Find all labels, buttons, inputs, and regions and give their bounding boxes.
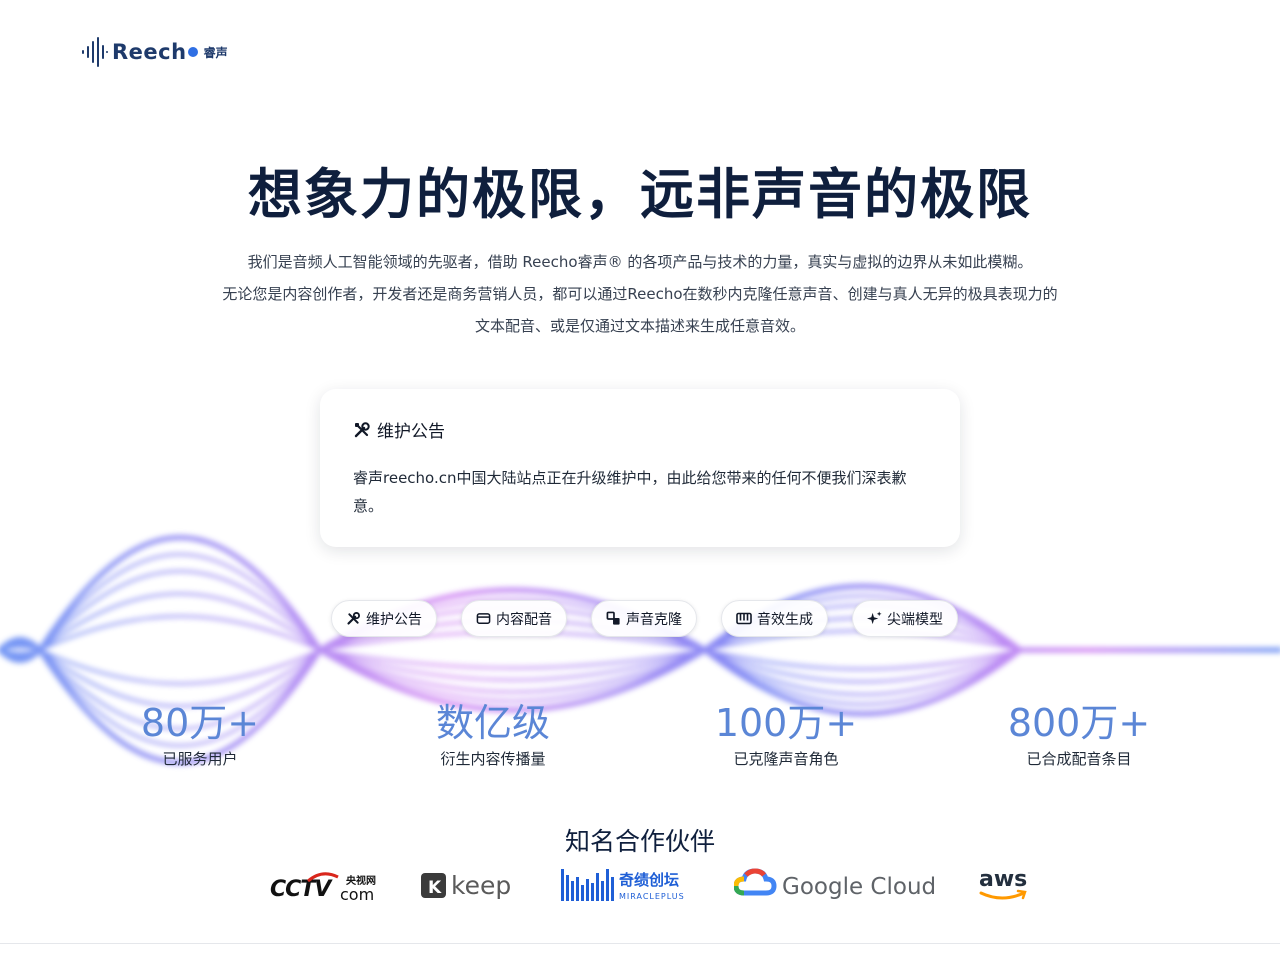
tab-label: 内容配音 (496, 611, 552, 628)
tab-label: 尖端模型 (887, 611, 943, 628)
tab-label: 维护公告 (366, 611, 422, 628)
hero-line: 我们是音频人工智能领域的先驱者，借助 Reecho睿声® 的各项产品与技术的力量… (247, 253, 1033, 271)
google-cloud-text: Google Cloud (782, 874, 936, 900)
soundwave-icon (82, 37, 108, 67)
hero-line: 文本配音、或是仅通过文本描述来生成任意音效。 (474, 317, 805, 335)
stat-value: 数亿级 (435, 701, 550, 745)
tab-voice-clone[interactable]: 声音克隆 (591, 600, 697, 637)
cctv-logo: CCTV 央视网 com (270, 862, 382, 908)
clone-icon (606, 611, 620, 625)
hero-description: 我们是音频人工智能领域的先驱者，借助 Reecho睿声® 的各项产品与技术的力量… (140, 246, 1140, 342)
feature-tabs: 维护公告 内容配音 声音克隆 音效生成 尖端模型 (331, 600, 958, 637)
stat-voices: 100万+ 已克隆声音角色 (666, 700, 906, 769)
stat-value: 80万+ (140, 701, 260, 745)
stat-label: 已服务用户 (162, 750, 238, 768)
miracleplus-en: MIRACLEPLUS (619, 892, 685, 901)
hero-line: 无论您是内容创作者，开发者还是商务营销人员，都可以通过Reecho在数秒内克隆任… (222, 285, 1058, 303)
aws-text: aws (979, 867, 1027, 892)
keep-text: keep (451, 871, 511, 900)
tab-label: 声音克隆 (626, 611, 682, 628)
notice-body: 睿声reecho.cn中国大陆站点正在升级维护中，由此给您带来的任何不便我们深表… (353, 469, 907, 515)
card-icon (476, 613, 491, 624)
miracleplus-logo: 奇绩创坛 MIRACLEPLUS (561, 862, 695, 908)
footer-divider (0, 943, 1280, 944)
tab-maintenance[interactable]: 维护公告 (331, 600, 437, 637)
keep-logo: K keep (420, 862, 523, 908)
stat-dubs: 800万+ 已合成配音条目 (959, 700, 1199, 769)
stat-label: 已克隆声音角色 (733, 750, 839, 768)
stat-label: 衍生内容传播量 (440, 750, 546, 768)
tools-icon (347, 611, 361, 625)
tab-sound-effects[interactable]: 音效生成 (721, 600, 828, 637)
stat-users: 80万+ 已服务用户 (80, 700, 320, 769)
stat-value: 800万+ (1007, 701, 1151, 745)
google-cloud-logo: Google Cloud (733, 862, 940, 908)
wave-strand (0, 630, 1280, 685)
tab-dubbing[interactable]: 内容配音 (461, 600, 567, 637)
keep-letter: K (428, 878, 442, 898)
miracleplus-cn: 奇绩创坛 (619, 871, 679, 889)
stat-label: 已合成配音条目 (1026, 750, 1132, 768)
tools-icon (354, 421, 370, 437)
page-title: 想象力的极限，远非声音的极限 (248, 163, 1032, 226)
brand-logo[interactable]: Reech 睿声 (82, 36, 228, 68)
partners-title: 知名合作伙伴 (564, 827, 715, 856)
notice-title: 维护公告 (377, 422, 445, 442)
brand-dot (187, 47, 198, 57)
stat-reach: 数亿级 衍生内容传播量 (373, 700, 613, 769)
cctv-text: CCTV (270, 877, 333, 902)
notice-header: 维护公告 (353, 417, 927, 442)
stat-value: 100万+ (714, 701, 858, 745)
partner-logos: CCTV 央视网 com K keep 奇绩创坛 MIRACLEPLUS Goo… (270, 862, 1030, 908)
brand-name: Reech (112, 40, 187, 64)
keyboard-icon (736, 612, 752, 625)
sparkle-icon (867, 611, 882, 625)
tab-models[interactable]: 尖端模型 (852, 600, 958, 637)
brand-name-cn: 睿声 (203, 45, 228, 60)
cctv-com-text: com (340, 885, 374, 903)
aws-logo: aws (978, 862, 1030, 908)
maintenance-notice: 维护公告 睿声reecho.cn中国大陆站点正在升级维护中，由此给您带来的任何不… (320, 389, 960, 547)
tab-label: 音效生成 (757, 611, 813, 628)
